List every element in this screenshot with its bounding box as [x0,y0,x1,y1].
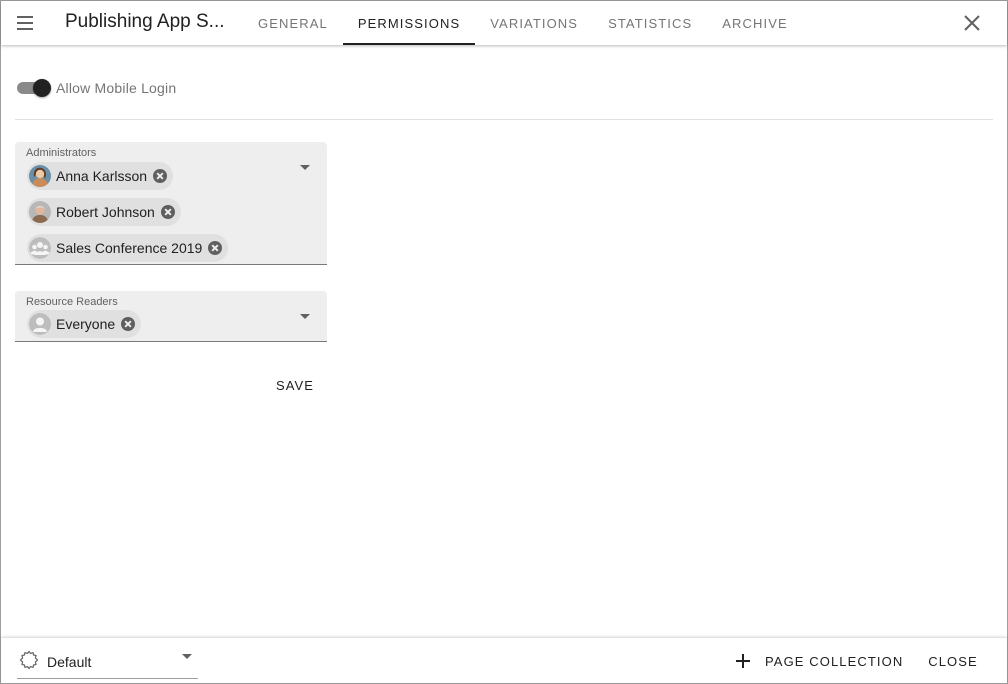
chip-sales-conference-2019: Sales Conference 2019 [27,234,229,262]
theme-select[interactable]: Default [17,646,198,679]
person-icon [29,313,51,335]
chip-label: Anna Karlsson [56,168,148,184]
tab-general[interactable]: GENERAL [243,1,343,45]
theme-value: Default [47,654,92,670]
header-bar: Publishing App S... GENERAL PERMISSIONS … [1,1,1007,45]
section-divider [15,119,993,120]
chevron-down-icon [182,654,192,659]
avatar [29,165,51,187]
save-button[interactable]: SAVE [263,373,327,397]
chevron-down-icon[interactable] [300,165,310,170]
hamburger-menu-icon[interactable] [13,11,37,35]
remove-chip-icon[interactable] [153,169,168,183]
administrators-label: Administrators [26,147,97,159]
administrators-field[interactable]: Administrators Anna Karlsson Robert John… [15,142,327,265]
page-collection-label: PAGE COLLECTION [765,653,904,669]
page-title: Publishing App S... [65,11,225,32]
close-button[interactable]: CLOSE [919,650,987,672]
chevron-down-icon[interactable] [300,314,310,319]
mobile-login-toggle[interactable] [17,77,51,99]
page-collection-button[interactable]: PAGE COLLECTION [735,650,903,672]
publishing-app-settings-dialog: Publishing App S... GENERAL PERMISSIONS … [0,0,1008,684]
mobile-login-label: Allow Mobile Login [56,80,177,96]
group-icon [29,237,51,259]
footer-bar: Default PAGE COLLECTION CLOSE [1,638,1007,683]
mobile-login-setting: Allow Mobile Login [17,77,176,99]
plus-icon [735,653,751,669]
chip-label: Everyone [56,316,116,332]
avatar [29,201,51,223]
remove-chip-icon[interactable] [160,205,175,219]
chip-robert-johnson: Robert Johnson [27,198,181,226]
toggle-thumb [33,79,51,97]
tab-variations[interactable]: VARIATIONS [475,1,593,45]
chip-label: Sales Conference 2019 [56,240,203,256]
chip-label: Robert Johnson [56,204,155,220]
tab-archive[interactable]: ARCHIVE [707,1,803,45]
tab-statistics[interactable]: STATISTICS [593,1,707,45]
remove-chip-icon[interactable] [208,241,223,255]
resource-readers-label: Resource Readers [26,296,118,308]
remove-chip-icon[interactable] [121,317,136,331]
close-icon[interactable] [959,10,985,36]
tab-bar: GENERAL PERMISSIONS VARIATIONS STATISTIC… [243,1,803,45]
chip-anna-karlsson: Anna Karlsson [27,162,174,190]
tab-permissions[interactable]: PERMISSIONS [342,1,476,45]
resource-readers-field[interactable]: Resource Readers Everyone [15,291,327,342]
gear-icon [19,650,39,670]
chip-everyone: Everyone [27,310,142,338]
